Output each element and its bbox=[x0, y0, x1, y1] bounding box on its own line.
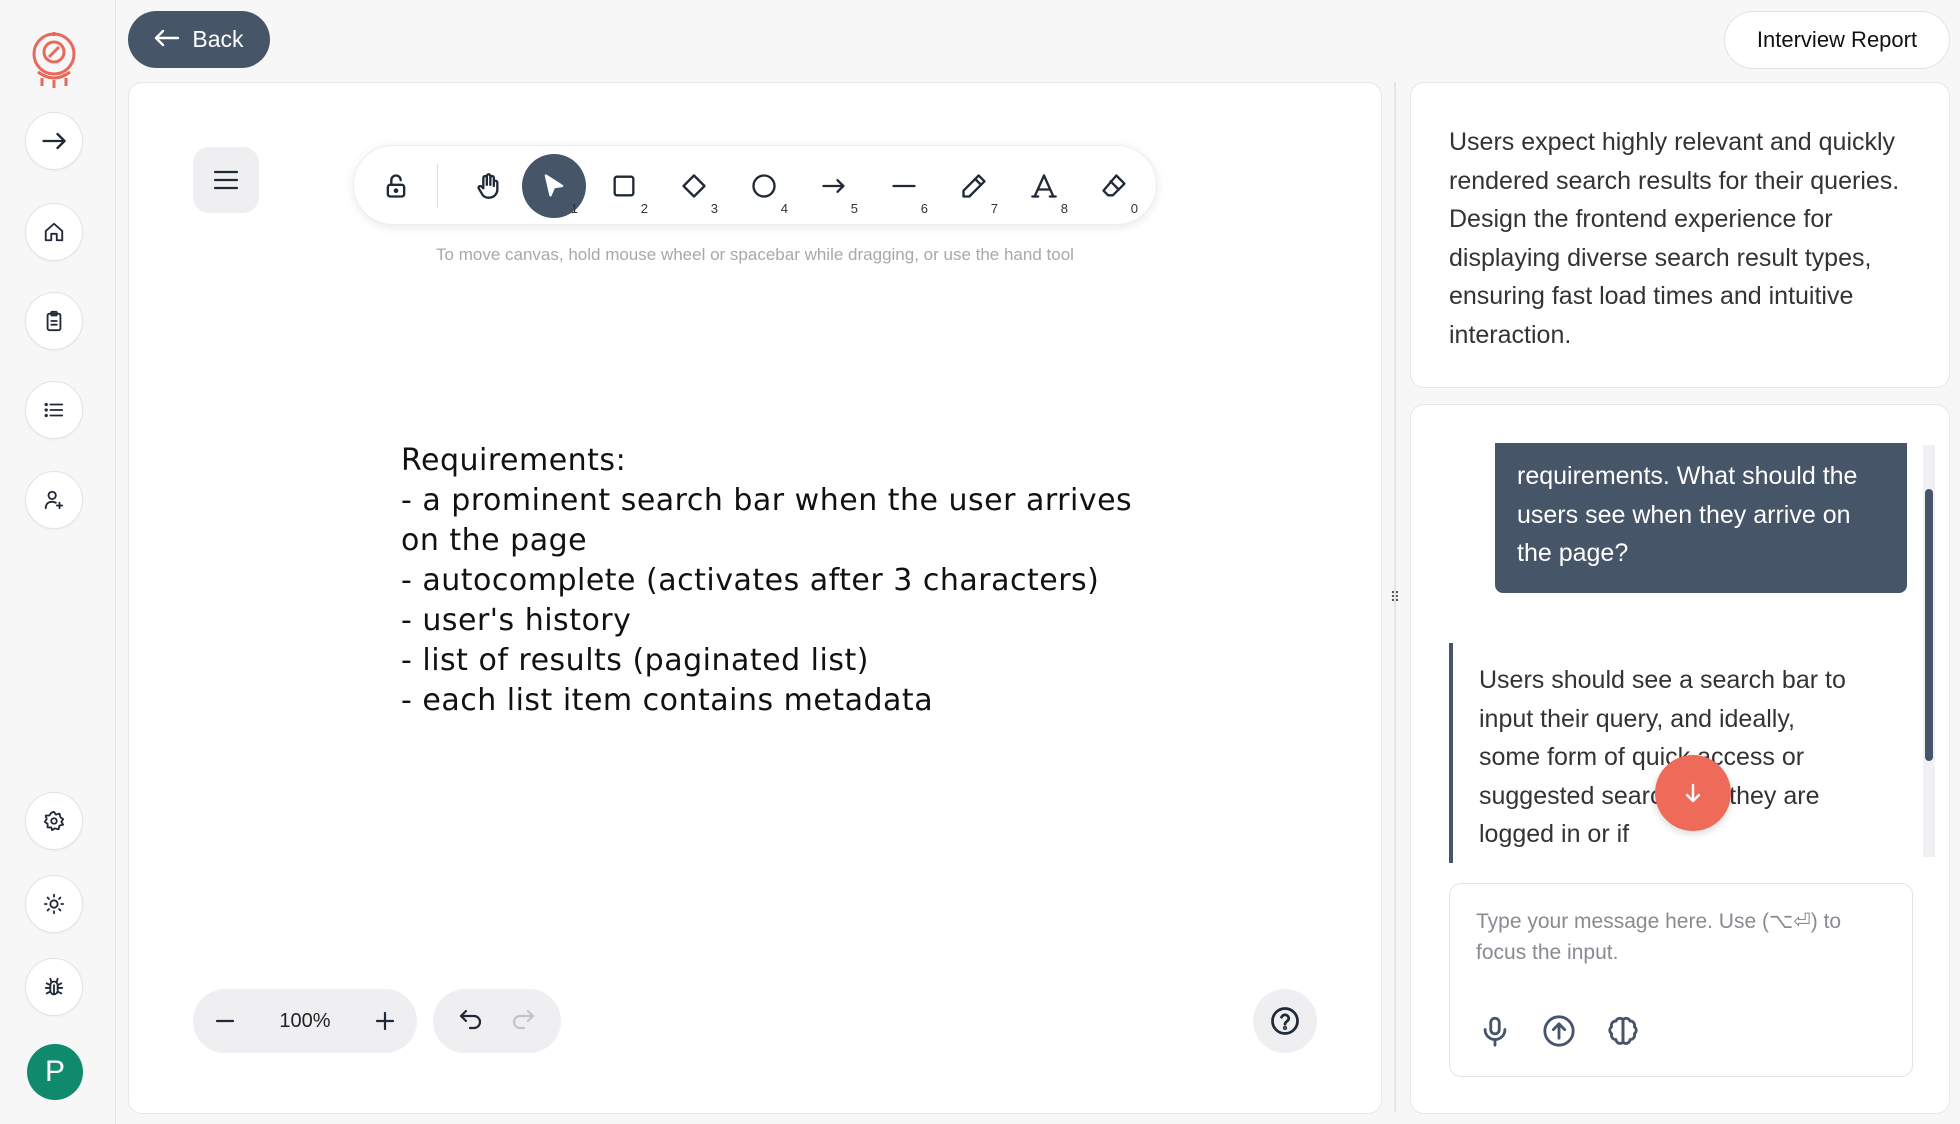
input-actions bbox=[1472, 1008, 1646, 1054]
zoom-out-button[interactable] bbox=[193, 989, 257, 1053]
home-icon[interactable] bbox=[25, 203, 83, 261]
requirements-note[interactable]: Requirements: - a prominent search bar w… bbox=[401, 441, 1261, 721]
user-message: requirements. What should the users see … bbox=[1495, 443, 1907, 593]
redo-icon bbox=[512, 1009, 535, 1029]
chat-scrollbar-thumb[interactable] bbox=[1925, 489, 1933, 761]
hand-tool[interactable] bbox=[456, 154, 520, 218]
rectangle-tool[interactable]: 2 bbox=[592, 154, 656, 218]
note-line: - a prominent search bar when the user a… bbox=[401, 483, 1133, 518]
pencil-tool[interactable]: 7 bbox=[942, 154, 1006, 218]
note-line: Requirements: bbox=[401, 443, 627, 478]
canvas-hint: To move canvas, hold mouse wheel or spac… bbox=[436, 245, 1074, 264]
help-button[interactable] bbox=[1253, 989, 1317, 1053]
user-plus-icon[interactable] bbox=[25, 471, 83, 529]
zoom-in-button[interactable] bbox=[353, 989, 417, 1053]
tool-key: 5 bbox=[850, 201, 858, 216]
hand-icon bbox=[477, 173, 499, 199]
message-input-box bbox=[1449, 883, 1913, 1077]
arrow-down-icon bbox=[1685, 783, 1701, 803]
diamond-tool[interactable]: 3 bbox=[662, 154, 726, 218]
list-icon[interactable] bbox=[25, 381, 83, 439]
message-input[interactable] bbox=[1476, 906, 1886, 986]
arrow-up-circle-icon bbox=[1543, 1015, 1575, 1047]
chat-panel: requirements. What should the users see … bbox=[1410, 404, 1950, 1114]
clipboard-icon[interactable] bbox=[25, 292, 83, 350]
arrow-right-icon[interactable] bbox=[25, 112, 83, 170]
zoom-controls: 100% bbox=[193, 989, 417, 1053]
ellipse-icon bbox=[752, 174, 776, 198]
bug-icon[interactable] bbox=[25, 958, 83, 1016]
arrow-icon bbox=[822, 179, 845, 193]
back-button[interactable]: Back bbox=[128, 11, 270, 68]
whiteboard-canvas[interactable]: 1 2 3 4 5 6 7 8 0 To move canvas, hold m… bbox=[128, 82, 1382, 1114]
tool-key: 3 bbox=[710, 201, 718, 216]
diamond-icon bbox=[682, 174, 706, 198]
drawing-toolbar: 1 2 3 4 5 6 7 8 0 bbox=[353, 145, 1157, 225]
tool-key: 2 bbox=[640, 201, 648, 216]
pointer-tool[interactable]: 1 bbox=[522, 154, 586, 218]
task-description-card: Users expect highly relevant and quickly… bbox=[1410, 82, 1950, 388]
plus-icon bbox=[375, 1011, 395, 1031]
zoom-level[interactable]: 100% bbox=[257, 1010, 353, 1033]
task-description: Users expect highly relevant and quickly… bbox=[1449, 128, 1900, 349]
note-line: - each list item contains metadata bbox=[401, 683, 934, 718]
tool-key: 4 bbox=[780, 201, 788, 216]
lock-icon bbox=[386, 174, 406, 198]
minus-icon bbox=[215, 1019, 235, 1023]
eraser-icon bbox=[1102, 174, 1126, 197]
question-icon bbox=[1271, 1007, 1299, 1035]
line-tool[interactable]: 6 bbox=[872, 154, 936, 218]
send-button[interactable] bbox=[1536, 1008, 1582, 1054]
brain-button[interactable] bbox=[1600, 1008, 1646, 1054]
line-icon bbox=[892, 184, 916, 188]
avatar[interactable]: P bbox=[27, 1044, 83, 1100]
microphone-button[interactable] bbox=[1472, 1008, 1518, 1054]
back-label: Back bbox=[192, 26, 244, 52]
scroll-to-bottom-button[interactable] bbox=[1655, 755, 1731, 831]
logo-icon[interactable] bbox=[26, 28, 82, 90]
ellipse-tool[interactable]: 4 bbox=[732, 154, 796, 218]
tool-key: 0 bbox=[1130, 201, 1138, 216]
undo-button[interactable] bbox=[458, 1008, 484, 1035]
tool-key: 7 bbox=[990, 201, 998, 216]
redo-button[interactable] bbox=[510, 1008, 536, 1035]
gear-icon[interactable] bbox=[25, 792, 83, 850]
note-line: on the page bbox=[401, 523, 588, 558]
toolbar-divider bbox=[437, 164, 438, 208]
pointer-icon bbox=[544, 174, 564, 197]
undo-icon bbox=[459, 1009, 482, 1029]
history-controls bbox=[433, 989, 561, 1053]
note-line: - autocomplete (activates after 3 charac… bbox=[401, 563, 1100, 598]
tool-key: 8 bbox=[1060, 201, 1068, 216]
menu-button[interactable] bbox=[193, 147, 259, 213]
sun-icon[interactable] bbox=[25, 875, 83, 933]
hamburger-icon bbox=[213, 170, 239, 190]
tool-key: 1 bbox=[570, 201, 578, 216]
resize-handle-icon[interactable]: ⠿ bbox=[1388, 586, 1402, 608]
text-tool[interactable]: 8 bbox=[1012, 154, 1076, 218]
rectangle-icon bbox=[613, 175, 635, 197]
arrow-tool[interactable]: 5 bbox=[802, 154, 866, 218]
eraser-tool[interactable]: 0 bbox=[1082, 154, 1146, 218]
arrow-left-icon bbox=[154, 26, 180, 53]
interview-report-button[interactable]: Interview Report bbox=[1724, 11, 1950, 69]
lock-tool[interactable] bbox=[364, 154, 428, 218]
note-line: - list of results (paginated list) bbox=[401, 643, 869, 678]
text-icon bbox=[1031, 174, 1057, 198]
pencil-icon bbox=[962, 174, 986, 198]
assistant-message: Users should see a search bar to input t… bbox=[1449, 643, 1849, 863]
sidebar: P bbox=[0, 0, 116, 1124]
tool-key: 6 bbox=[920, 201, 928, 216]
microphone-icon bbox=[1483, 1016, 1507, 1047]
brain-icon bbox=[1608, 1016, 1638, 1045]
note-line: - user's history bbox=[401, 603, 632, 638]
